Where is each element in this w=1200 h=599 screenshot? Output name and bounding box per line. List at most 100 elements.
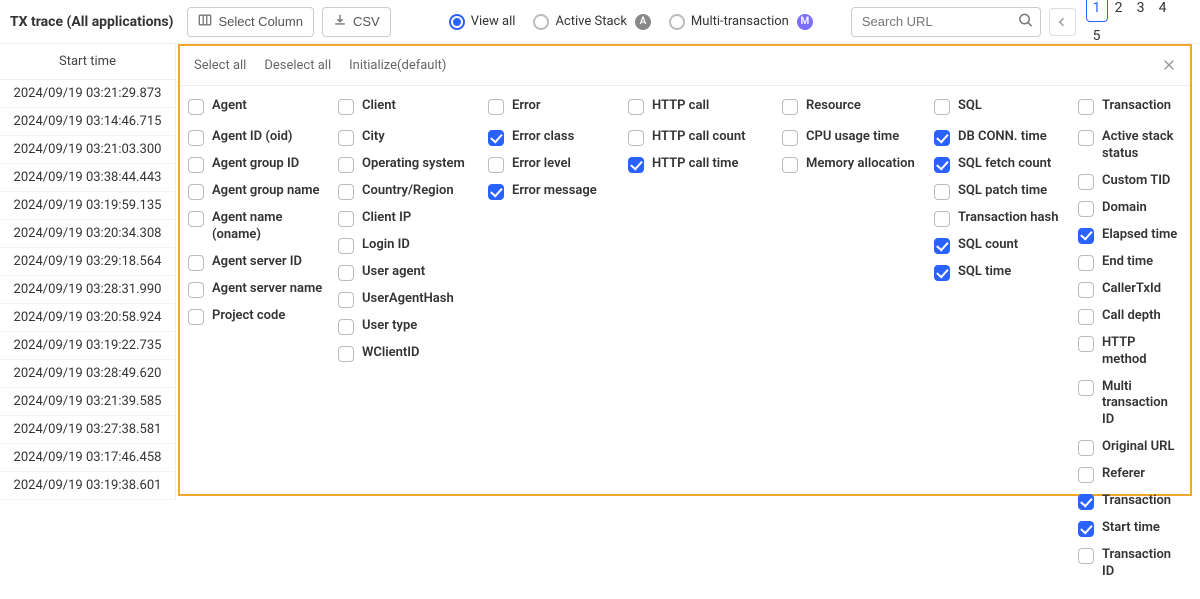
column-option-checkbox[interactable]: SQL time [934, 264, 1066, 281]
radio-view-all[interactable]: View all [449, 14, 516, 30]
column-option-label: HTTP method [1102, 335, 1182, 369]
column-group-header-checkbox[interactable]: SQL [934, 98, 1066, 115]
column-option-checkbox[interactable]: Project code [188, 308, 326, 325]
table-row[interactable]: 2024/09/19 03:19:59.135 [0, 192, 175, 220]
column-option-checkbox[interactable]: Agent group ID [188, 156, 326, 173]
column-option-checkbox[interactable]: Referer [1078, 466, 1182, 483]
page-number-4[interactable]: 4 [1152, 0, 1174, 22]
checkbox-icon [1078, 440, 1094, 456]
table-row[interactable]: 2024/09/19 03:28:49.620 [0, 360, 175, 388]
column-group-header-checkbox[interactable]: HTTP call [628, 98, 770, 115]
table-row[interactable]: 2024/09/19 03:38:44.443 [0, 164, 175, 192]
column-option-checkbox[interactable]: Call depth [1078, 308, 1182, 325]
column-option-checkbox[interactable]: HTTP call count [628, 129, 770, 146]
pager-prev-button[interactable] [1049, 8, 1076, 36]
column-option-checkbox[interactable]: Agent group name [188, 183, 326, 200]
table-row[interactable]: 2024/09/19 03:19:38.601 [0, 472, 175, 500]
column-option-checkbox[interactable]: Custom TID [1078, 173, 1182, 190]
column-option-checkbox[interactable]: DB CONN. time [934, 129, 1066, 146]
column-option-label: SQL count [958, 237, 1066, 254]
column-option-checkbox[interactable]: Error class [488, 129, 616, 146]
column-group-header-checkbox[interactable]: Agent [188, 98, 326, 115]
column-option-checkbox[interactable]: Client IP [338, 210, 476, 227]
column-option-checkbox[interactable]: Country/Region [338, 183, 476, 200]
column-option-checkbox[interactable]: Elapsed time [1078, 227, 1182, 244]
column-option-checkbox[interactable]: Transaction [1078, 493, 1182, 510]
checkbox-icon [488, 184, 504, 200]
column-option-checkbox[interactable]: Error level [488, 156, 616, 173]
radio-multi-transaction[interactable]: Multi-transaction M [669, 14, 813, 30]
checkbox-icon [934, 157, 950, 173]
column-option-checkbox[interactable]: End time [1078, 254, 1182, 271]
column-option-checkbox[interactable]: CPU usage time [782, 129, 922, 146]
column-option-checkbox[interactable]: UserAgentHash [338, 291, 476, 308]
column-option-checkbox[interactable]: Agent ID (oid) [188, 129, 326, 146]
table-row[interactable]: 2024/09/19 03:21:29.873 [0, 80, 175, 108]
column-option-checkbox[interactable]: User type [338, 318, 476, 335]
radio-icon [533, 14, 549, 30]
column-option-checkbox[interactable]: Transaction ID [1078, 547, 1182, 581]
column-option-checkbox[interactable]: Active stack status [1078, 129, 1182, 163]
column-option-checkbox[interactable]: HTTP method [1078, 335, 1182, 369]
table-row[interactable]: 2024/09/19 03:19:22.735 [0, 332, 175, 360]
column-option-checkbox[interactable]: CallerTxId [1078, 281, 1182, 298]
column-option-checkbox[interactable]: Agent name (oname) [188, 210, 326, 244]
table-row[interactable]: 2024/09/19 03:20:58.924 [0, 304, 175, 332]
column-option-label: Agent group ID [212, 156, 326, 173]
table-row[interactable]: 2024/09/19 03:14:46.715 [0, 108, 175, 136]
column-option-checkbox[interactable]: Original URL [1078, 439, 1182, 456]
column-option-label: Original URL [1102, 439, 1182, 456]
column-group-header-checkbox[interactable]: Client [338, 98, 476, 115]
column-group-header-checkbox[interactable]: Transaction [1078, 98, 1182, 115]
checkbox-icon [628, 130, 644, 146]
select-column-button[interactable]: Select Column [187, 7, 314, 37]
table-row[interactable]: 2024/09/19 03:21:03.300 [0, 136, 175, 164]
checkbox-icon [1078, 336, 1094, 352]
csv-button[interactable]: CSV [322, 7, 391, 37]
column-group-header-checkbox[interactable]: Error [488, 98, 616, 115]
column-option-checkbox[interactable]: City [338, 129, 476, 146]
column-group-header-checkbox[interactable]: Resource [782, 98, 922, 115]
column-option-label: Agent name (oname) [212, 210, 326, 244]
page-number-1[interactable]: 1 [1086, 0, 1108, 22]
column-option-checkbox[interactable]: Agent server name [188, 281, 326, 298]
column-option-checkbox[interactable]: Start time [1078, 520, 1182, 537]
search-input[interactable] [851, 7, 1041, 37]
column-option-checkbox[interactable]: Domain [1078, 200, 1182, 217]
column-group: Client City Operating system Country/Region… [334, 98, 480, 591]
column-option-label: Memory allocation [806, 156, 922, 173]
column-option-checkbox[interactable]: Error message [488, 183, 616, 200]
column-option-checkbox[interactable]: Multi transaction ID [1078, 379, 1182, 430]
radio-icon [449, 14, 465, 30]
top-toolbar: TX trace (All applications) Select Colum… [0, 0, 1200, 44]
column-option-checkbox[interactable]: SQL fetch count [934, 156, 1066, 173]
column-option-checkbox[interactable]: Login ID [338, 237, 476, 254]
page-number-3[interactable]: 3 [1130, 0, 1152, 22]
column-option-checkbox[interactable]: HTTP call time [628, 156, 770, 173]
table-row[interactable]: 2024/09/19 03:17:46.458 [0, 444, 175, 472]
table-row[interactable]: 2024/09/19 03:20:34.308 [0, 220, 175, 248]
table-row[interactable]: 2024/09/19 03:21:39.585 [0, 388, 175, 416]
column-option-checkbox[interactable]: SQL patch time [934, 183, 1066, 200]
select-all-link[interactable]: Select all [194, 58, 246, 73]
column-option-checkbox[interactable]: Transaction hash [934, 210, 1066, 227]
column-option-label: Custom TID [1102, 173, 1182, 190]
column-option-label: End time [1102, 254, 1182, 271]
table-row[interactable]: 2024/09/19 03:27:38.581 [0, 416, 175, 444]
column-option-checkbox[interactable]: Agent server ID [188, 254, 326, 271]
close-icon[interactable] [1162, 58, 1176, 76]
table-row[interactable]: 2024/09/19 03:28:31.990 [0, 276, 175, 304]
initialize-default-link[interactable]: Initialize(default) [349, 58, 446, 73]
column-group-header-label: Resource [806, 98, 922, 115]
column-option-checkbox[interactable]: Memory allocation [782, 156, 922, 173]
column-option-checkbox[interactable]: User agent [338, 264, 476, 281]
column-option-checkbox[interactable]: WClientID [338, 345, 476, 362]
csv-label: CSV [353, 14, 380, 29]
page-number-2[interactable]: 2 [1108, 0, 1130, 22]
radio-active-stack[interactable]: Active Stack A [533, 14, 650, 30]
deselect-all-link[interactable]: Deselect all [264, 58, 331, 73]
column-option-checkbox[interactable]: Operating system [338, 156, 476, 173]
table-row[interactable]: 2024/09/19 03:29:18.564 [0, 248, 175, 276]
column-option-checkbox[interactable]: SQL count [934, 237, 1066, 254]
checkbox-icon [1078, 494, 1094, 510]
